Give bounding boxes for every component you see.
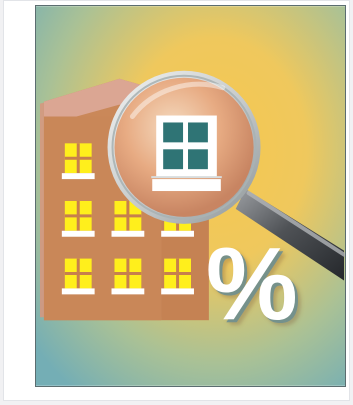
svg-text:%: % xyxy=(206,225,298,341)
window xyxy=(161,258,194,295)
percent-symbol: % % xyxy=(206,225,301,344)
window xyxy=(61,200,95,237)
window xyxy=(111,258,145,295)
house-valuation-illustration: % % xyxy=(35,5,346,387)
window xyxy=(61,143,95,180)
window xyxy=(61,258,95,295)
illustration-svg: % % xyxy=(36,6,345,386)
magnified-window xyxy=(151,115,222,192)
page: % % xyxy=(0,0,353,405)
